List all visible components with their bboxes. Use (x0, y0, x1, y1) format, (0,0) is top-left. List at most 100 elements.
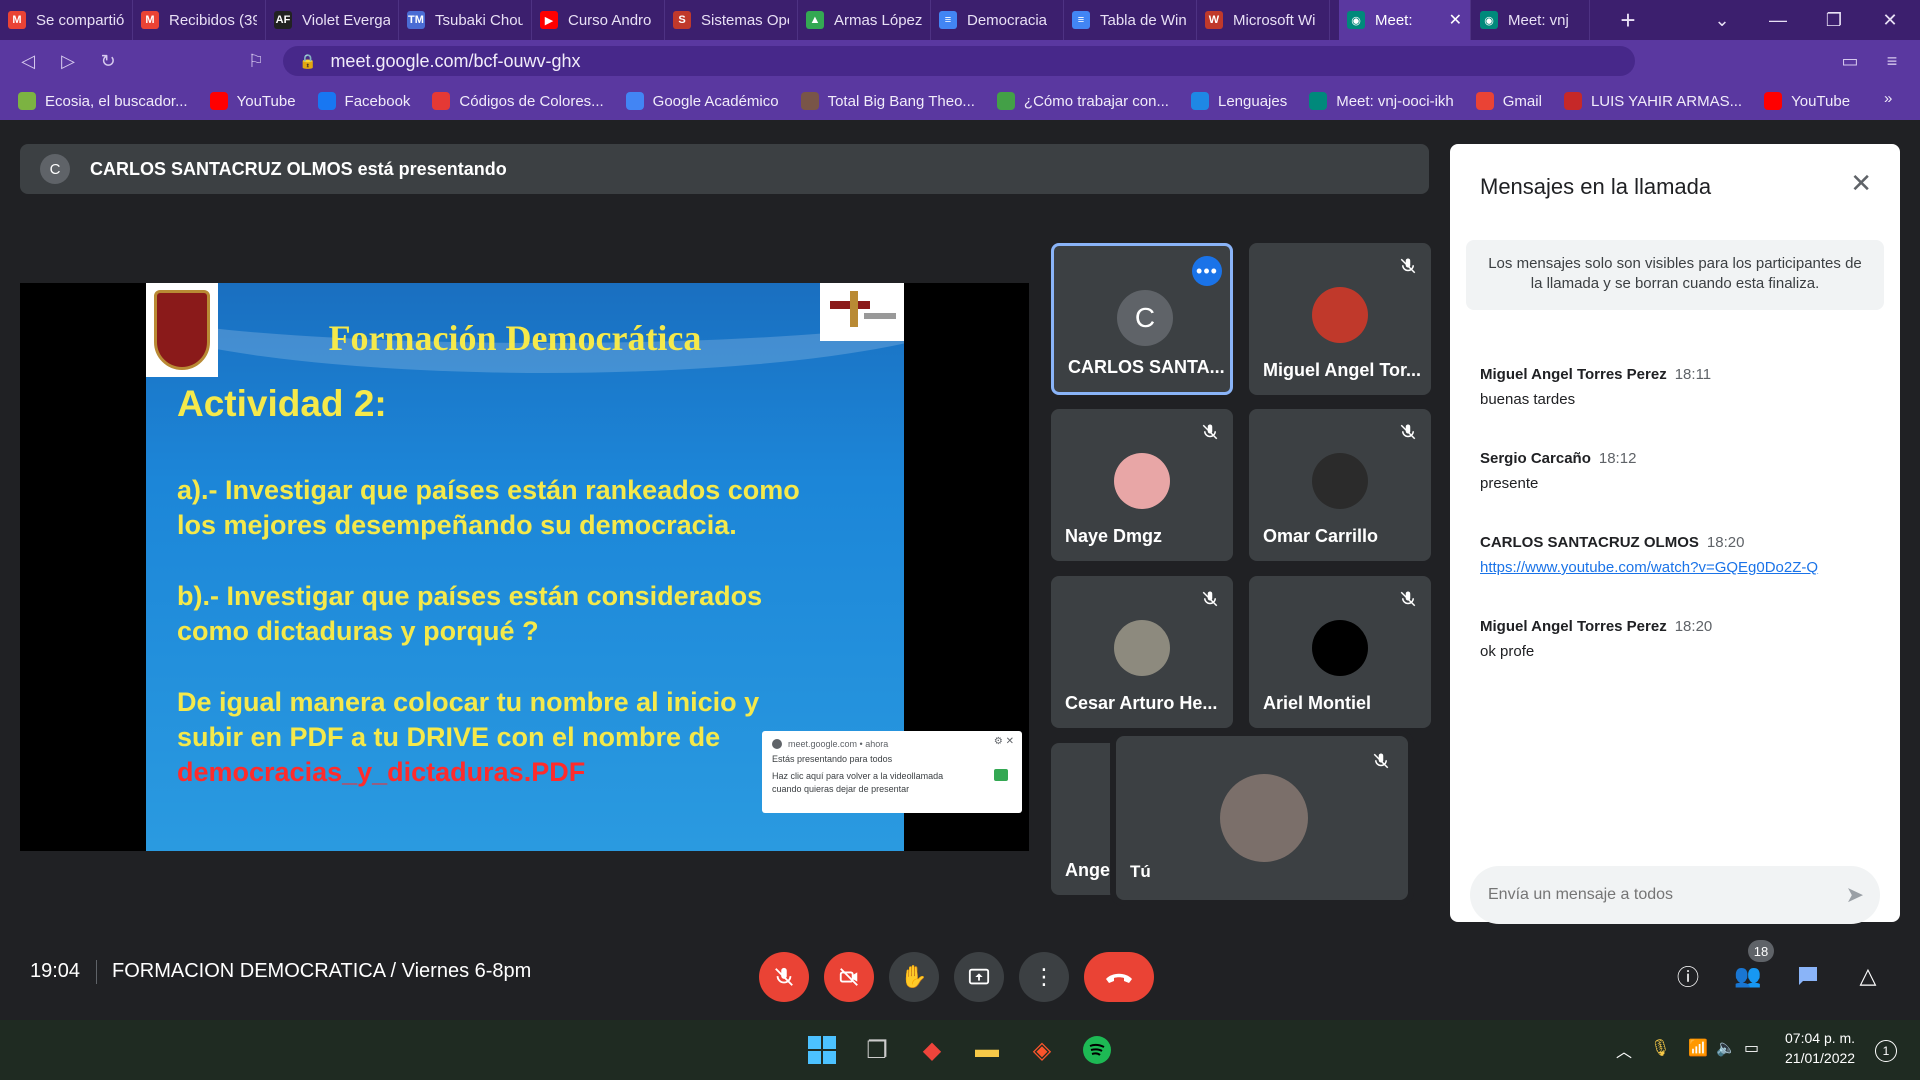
participant-tile[interactable]: Miguel Angel Tor... (1249, 243, 1431, 395)
chat-message: CARLOS SANTACRUZ OLMOS 18:20 https://www.… (1480, 534, 1880, 576)
tab[interactable]: M Recibidos (39 (133, 0, 266, 40)
wallet-icon[interactable]: ▭ (1830, 40, 1870, 82)
wifi-icon[interactable]: 📶 (1688, 1038, 1708, 1058)
tab[interactable]: M Se compartió (0, 0, 133, 40)
participant-tile[interactable]: Cesar Arturo He... (1051, 576, 1233, 728)
bookmark-item[interactable]: Ecosia, el buscador... (18, 92, 188, 110)
chat-button[interactable] (1788, 956, 1828, 996)
participant-tile[interactable]: Ariel Montiel (1249, 576, 1431, 728)
send-icon[interactable]: ➤ (1846, 882, 1864, 908)
start-button[interactable] (804, 1032, 840, 1068)
message-sender: Miguel Angel Torres Perez (1480, 366, 1667, 383)
bookmark-item[interactable]: LUIS YAHIR ARMAS... (1563, 92, 1742, 110)
avatar (1312, 287, 1368, 343)
mic-off-icon (1395, 419, 1421, 445)
volume-icon[interactable]: 🔈 (1716, 1038, 1736, 1058)
tab[interactable]: S Sistemas Ope (665, 0, 798, 40)
taskbar-clock[interactable]: 07:04 p. m. 21/01/2022 (1785, 1028, 1855, 1068)
menu-icon[interactable]: ≡ (1872, 40, 1912, 82)
notification-body: Haz clic aquí para volver a la videollam… (772, 771, 944, 794)
more-options-button[interactable]: ⋮ (1019, 952, 1069, 1002)
raise-hand-button[interactable]: ✋ (889, 952, 939, 1002)
bookmark-item[interactable]: Gmail (1475, 92, 1542, 110)
file-explorer-icon[interactable]: ▬ (969, 1032, 1005, 1068)
activities-button[interactable]: △ (1848, 956, 1888, 996)
microphone-icon[interactable]: 🎙 (1650, 1038, 1670, 1058)
message-link[interactable]: https://www.youtube.com/watch?v=GQEg0Do2… (1480, 559, 1880, 576)
address-bar[interactable]: 🔒 meet.google.com/bcf-ouwv-ghx (283, 46, 1635, 76)
reload-button[interactable]: ↻ (88, 40, 128, 82)
participant-tile[interactable]: Naye Dmgz (1051, 409, 1233, 561)
bookmark-icon[interactable]: ⚐ (236, 40, 276, 82)
participant-name: Ariel Montiel (1263, 693, 1372, 713)
tab-meet-vnj[interactable]: ◉ Meet: vnj (1472, 0, 1590, 40)
bookmark-item[interactable]: Google Académico (625, 92, 779, 110)
notification-title: Estás presentando para todos (772, 754, 893, 764)
participant-tile[interactable]: C ••• CARLOS SANTA... (1051, 243, 1233, 395)
divider (96, 960, 97, 984)
spotify-icon[interactable] (1079, 1032, 1115, 1068)
bookmark-item[interactable]: Meet: vnj-ooci-ikh (1309, 92, 1454, 110)
close-icon[interactable]: ⚙ ✕ (994, 736, 1014, 747)
tray-chevron-icon[interactable]: ︿ (1616, 1038, 1632, 1062)
participant-tile[interactable]: Omar Carrillo (1249, 409, 1431, 561)
bookmark-item[interactable]: Códigos de Colores... (432, 92, 604, 110)
tab[interactable]: ≡ Tabla de Win (1064, 0, 1197, 40)
task-view-icon[interactable]: ❐ (859, 1032, 895, 1068)
minimize-button[interactable]: — (1750, 0, 1806, 40)
bookmark-item[interactable]: YouTube (209, 92, 296, 110)
bookmarks-more-button[interactable]: » (1884, 90, 1892, 107)
bookmark-item[interactable]: ¿Cómo trabajar con... (996, 92, 1169, 110)
participants-count-badge: 18 (1748, 940, 1774, 962)
tab[interactable]: ≡ Democracia (931, 0, 1064, 40)
message-time: 18:12 (1598, 450, 1637, 467)
tab-favicon-icon: TM (407, 11, 425, 29)
forward-button[interactable]: ▷ (48, 40, 88, 82)
tab-search-icon[interactable]: ⌄ (1694, 0, 1750, 40)
slide-activity-heading: Actividad 2: (177, 383, 387, 424)
tab-favicon-icon: W (1205, 11, 1223, 29)
tab[interactable]: TM Tsubaki Chou (399, 0, 532, 40)
battery-icon[interactable]: ▭ (1744, 1038, 1759, 1058)
close-window-button[interactable]: ✕ (1862, 0, 1918, 40)
bookmark-item[interactable]: Total Big Bang Theo... (800, 92, 975, 110)
notification-count-badge[interactable]: 1 (1875, 1040, 1897, 1062)
self-tile[interactable]: Tú (1116, 736, 1408, 900)
mic-off-icon (1197, 586, 1223, 612)
close-tab-icon[interactable]: ✕ (1449, 10, 1462, 30)
mic-toggle-button[interactable] (759, 952, 809, 1002)
bookmark-item[interactable]: YouTube (1764, 92, 1850, 110)
anydesk-icon[interactable]: ◆ (914, 1032, 950, 1068)
tab-label: Democracia (967, 11, 1048, 29)
chat-input[interactable] (1488, 886, 1828, 904)
people-button[interactable]: 👥 (1728, 956, 1768, 996)
chat-composer: ➤ (1470, 866, 1880, 924)
tab-label: Se compartió (36, 11, 124, 29)
bookmark-item[interactable]: Facebook (317, 92, 410, 110)
lock-icon: 🔒 (299, 52, 317, 69)
presenting-banner: C CARLOS SANTACRUZ OLMOS está presentand… (20, 144, 1429, 194)
camera-toggle-button[interactable] (824, 952, 874, 1002)
new-tab-button[interactable]: + (1610, 0, 1646, 40)
meet-icon: ◉ (1347, 11, 1365, 29)
end-call-button[interactable] (1084, 952, 1154, 1002)
close-icon[interactable]: ✕ (1850, 168, 1872, 199)
tab[interactable]: W Microsoft Wi (1197, 0, 1330, 40)
meeting-details-button[interactable]: ⓘ (1668, 956, 1708, 996)
tab[interactable]: ▶ Curso Andro (532, 0, 665, 40)
back-button[interactable]: ◁ (8, 40, 48, 82)
tab-favicon-icon: ▶ (540, 11, 558, 29)
mic-off-icon (1395, 253, 1421, 279)
presenting-notification[interactable]: meet.google.com • ahora ⚙ ✕ Estás presen… (762, 731, 1022, 813)
maximize-button[interactable]: ❐ (1806, 0, 1862, 40)
bookmark-favicon-icon (1190, 92, 1209, 110)
brave-browser-icon[interactable]: ◈ (1024, 1032, 1060, 1068)
message-sender: CARLOS SANTACRUZ OLMOS (1480, 534, 1699, 551)
present-now-button[interactable] (954, 952, 1004, 1002)
bookmark-item[interactable]: Lenguajes (1190, 92, 1287, 110)
chat-notice: Los mensajes solo son visibles para los … (1466, 240, 1884, 310)
tab[interactable]: ▲ Armas López (798, 0, 931, 40)
tab-meet-active[interactable]: ◉ Meet: ✕ (1339, 0, 1471, 40)
more-options-icon[interactable]: ••• (1192, 256, 1222, 286)
tab[interactable]: AF Violet Everga (266, 0, 399, 40)
